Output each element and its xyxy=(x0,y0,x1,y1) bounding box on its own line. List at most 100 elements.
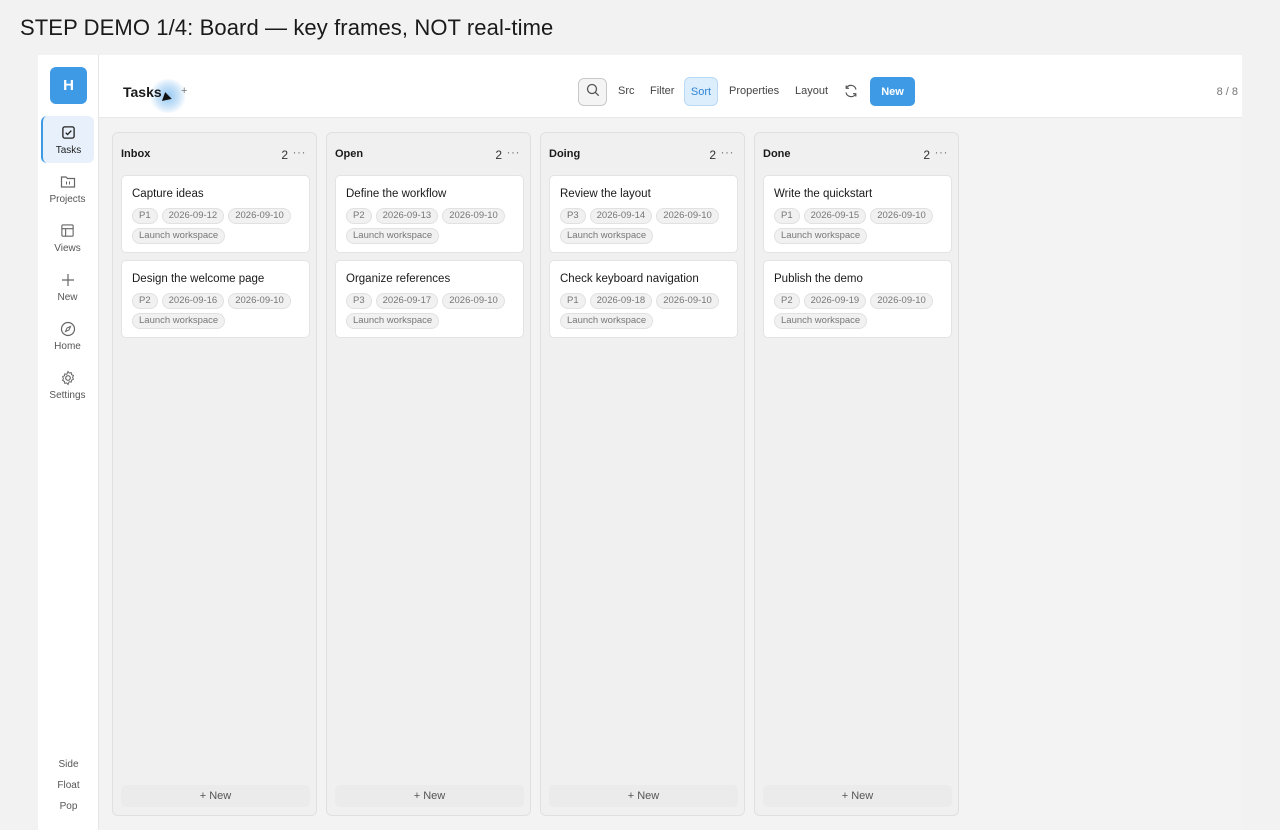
layout-icon xyxy=(59,222,77,240)
new-task-button[interactable]: New xyxy=(870,77,915,106)
column-done: Done 2 ··· Write the quickstart P1 2026-… xyxy=(754,132,959,816)
created-date-chip: 2026-09-10 xyxy=(656,293,719,309)
project-chip: Launch workspace xyxy=(346,228,440,244)
src-button[interactable]: Src xyxy=(618,85,635,97)
card-title: Organize references xyxy=(346,273,451,285)
properties-button[interactable]: Properties xyxy=(729,85,779,97)
search-button[interactable] xyxy=(578,78,607,106)
column-count: 2 xyxy=(495,148,502,162)
column-more-icon[interactable]: ··· xyxy=(507,145,521,159)
column-doing: Doing 2 ··· Review the layout P3 2026-09… xyxy=(540,132,745,816)
column-new-button[interactable]: + New xyxy=(335,785,524,807)
board: Inbox 2 ··· Capture ideas P1 2026-09-12 … xyxy=(99,118,1242,830)
sidebar-item-label: New xyxy=(57,291,78,303)
card-title: Write the quickstart xyxy=(774,188,873,200)
sidebar-item-projects[interactable]: Projects xyxy=(41,165,94,212)
sidebar-item-label: Settings xyxy=(49,389,86,401)
add-view-button[interactable]: + xyxy=(181,85,187,97)
refresh-button[interactable] xyxy=(843,83,861,101)
card-title: Design the welcome page xyxy=(132,273,265,285)
sidebar-item-settings[interactable]: Settings xyxy=(41,361,94,408)
card-title: Capture ideas xyxy=(132,188,204,200)
column-more-icon[interactable]: ··· xyxy=(721,145,735,159)
plus-icon xyxy=(59,271,77,289)
gear-icon xyxy=(59,369,77,387)
created-date-chip: 2026-09-10 xyxy=(228,208,291,224)
sidebar-item-label: Views xyxy=(54,242,81,254)
demo-caption: STEP DEMO 1/4: Board — key frames, NOT r… xyxy=(20,15,554,40)
sidebar-item-views[interactable]: Views xyxy=(41,214,94,261)
avatar[interactable]: H xyxy=(50,67,87,104)
created-date-chip: 2026-09-10 xyxy=(870,208,933,224)
filter-button[interactable]: Filter xyxy=(650,85,674,97)
due-date-chip: 2026-09-19 xyxy=(803,293,867,309)
sidebar-item-label: Tasks xyxy=(55,144,82,156)
project-chip: Launch workspace xyxy=(774,313,868,329)
app-window: H Tasks Projects Views New Home Settings… xyxy=(38,55,1242,830)
due-date-chip: 2026-09-13 xyxy=(375,208,439,224)
task-card[interactable]: Design the welcome page P2 2026-09-16 20… xyxy=(121,260,310,338)
sidebar-item-tasks[interactable]: Tasks xyxy=(41,116,94,163)
column-new-button[interactable]: + New xyxy=(121,785,310,807)
task-card[interactable]: Organize references P3 2026-09-17 2026-0… xyxy=(335,260,524,338)
priority-chip: P2 xyxy=(346,208,372,224)
card-title: Define the workflow xyxy=(346,188,447,200)
column-open: Open 2 ··· Define the workflow P2 2026-0… xyxy=(326,132,531,816)
task-card[interactable]: Publish the demo P2 2026-09-19 2026-09-1… xyxy=(763,260,952,338)
due-date-chip: 2026-09-17 xyxy=(375,293,439,309)
project-chip: Launch workspace xyxy=(560,228,654,244)
sidebar-item-label: Projects xyxy=(49,193,86,205)
layout-button[interactable]: Layout xyxy=(795,85,828,97)
column-new-button[interactable]: + New xyxy=(763,785,952,807)
search-icon xyxy=(586,83,600,102)
task-card[interactable]: Review the layout P3 2026-09-14 2026-09-… xyxy=(549,175,738,253)
column-more-icon[interactable]: ··· xyxy=(935,145,949,159)
sidebar: H Tasks Projects Views New Home Settings… xyxy=(38,55,99,830)
due-date-chip: 2026-09-15 xyxy=(803,208,867,224)
mode-float[interactable]: Float xyxy=(38,780,99,791)
priority-chip: P2 xyxy=(132,293,158,309)
topbar: Tasks + Src Filter Sort Properties Layou… xyxy=(99,55,1242,118)
folder-icon xyxy=(59,173,77,191)
column-inbox: Inbox 2 ··· Capture ideas P1 2026-09-12 … xyxy=(112,132,317,816)
column-title: Inbox xyxy=(121,148,151,160)
priority-chip: P2 xyxy=(774,293,800,309)
project-chip: Launch workspace xyxy=(132,228,226,244)
column-new-button[interactable]: + New xyxy=(549,785,738,807)
sidebar-item-new[interactable]: New xyxy=(41,263,94,310)
project-chip: Launch workspace xyxy=(132,313,226,329)
column-count: 2 xyxy=(709,148,716,162)
created-date-chip: 2026-09-10 xyxy=(442,293,505,309)
compass-icon xyxy=(59,320,77,338)
check-square-icon xyxy=(60,124,78,142)
priority-chip: P3 xyxy=(346,293,372,309)
task-card[interactable]: Define the workflow P2 2026-09-13 2026-0… xyxy=(335,175,524,253)
column-more-icon[interactable]: ··· xyxy=(293,145,307,159)
due-date-chip: 2026-09-14 xyxy=(589,208,653,224)
column-title: Done xyxy=(763,148,791,160)
priority-chip: P1 xyxy=(132,208,158,224)
sidebar-item-home[interactable]: Home xyxy=(41,312,94,359)
due-date-chip: 2026-09-18 xyxy=(589,293,653,309)
task-card[interactable]: Check keyboard navigation P1 2026-09-18 … xyxy=(549,260,738,338)
column-count: 2 xyxy=(281,148,288,162)
column-title: Open xyxy=(335,148,364,160)
project-chip: Launch workspace xyxy=(346,313,440,329)
task-card[interactable]: Capture ideas P1 2026-09-12 2026-09-10 L… xyxy=(121,175,310,253)
refresh-icon xyxy=(843,84,859,103)
task-card[interactable]: Write the quickstart P1 2026-09-15 2026-… xyxy=(763,175,952,253)
priority-chip: P1 xyxy=(774,208,800,224)
priority-chip: P1 xyxy=(560,293,586,309)
mode-pop[interactable]: Pop xyxy=(38,801,99,812)
due-date-chip: 2026-09-12 xyxy=(161,208,225,224)
card-title: Publish the demo xyxy=(774,273,863,285)
column-title: Doing xyxy=(549,148,581,160)
page-counter: 8 / 8 xyxy=(1216,86,1238,98)
page-title[interactable]: Tasks xyxy=(123,84,162,100)
due-date-chip: 2026-09-16 xyxy=(161,293,225,309)
card-title: Review the layout xyxy=(560,188,651,200)
sort-button[interactable]: Sort xyxy=(684,77,718,106)
mode-side[interactable]: Side xyxy=(38,759,99,770)
column-count: 2 xyxy=(923,148,930,162)
created-date-chip: 2026-09-10 xyxy=(656,208,719,224)
